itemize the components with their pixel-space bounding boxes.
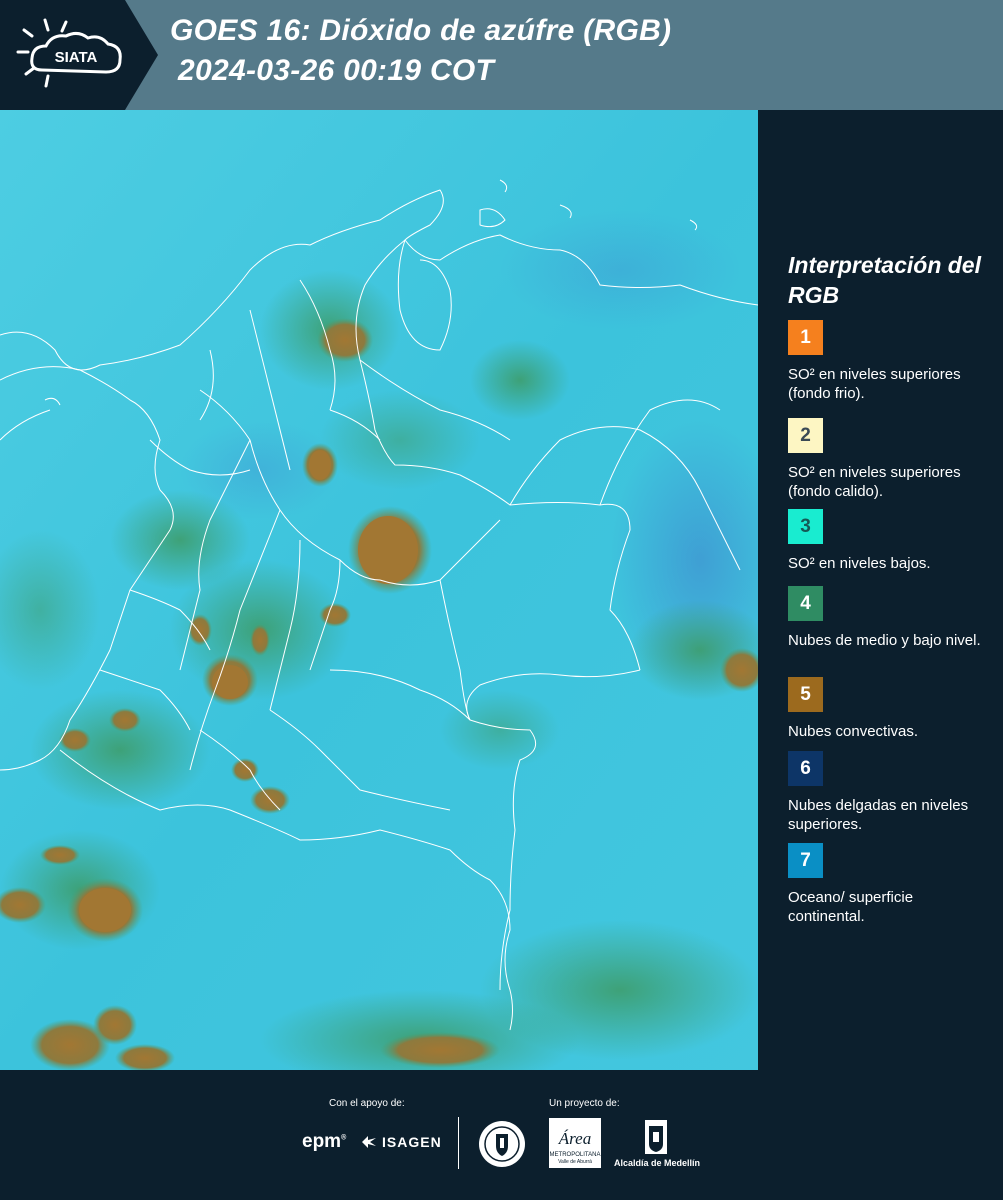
siata-logo[interactable]: SIATA: [0, 0, 160, 110]
legend-item-1: 1 SO² en niveles superiores (fondo frio)…: [788, 320, 993, 403]
legend-swatch-3: 3: [788, 509, 823, 544]
epm-logo-text: epm: [302, 1131, 342, 1152]
header: SIATA GOES 16: Dióxido de azúfre (RGB) 2…: [0, 0, 1003, 110]
footer: Con el apoyo de: Un proyecto de: epm® IS…: [0, 1070, 1003, 1200]
legend-label-2: SO² en niveles superiores (fondo calido)…: [788, 464, 961, 500]
footer-divider: [458, 1117, 459, 1169]
svg-text:METROPOLITANA: METROPOLITANA: [550, 1152, 601, 1158]
legend-label-5: Nubes convectivas.: [788, 723, 919, 740]
svg-text:SIATA: SIATA: [55, 49, 98, 66]
area-metropolitana-logo[interactable]: Área METROPOLITANA Valle de Aburrá: [549, 1118, 601, 1168]
alcaldia-shield-icon: [645, 1120, 667, 1154]
svg-text:Área: Área: [558, 1129, 591, 1148]
isagen-logo[interactable]: ISAGEN: [360, 1134, 442, 1150]
legend-label-3: SO² en niveles bajos.: [788, 555, 931, 572]
legend-label-4: Nubes de medio y bajo nivel.: [788, 632, 981, 649]
legend-label-6: Nubes delgadas en niveles superiores.: [788, 797, 969, 833]
medellin-seal-icon[interactable]: [478, 1120, 526, 1168]
legend-swatch-5: 5: [788, 677, 823, 712]
alcaldia-medellin-logo[interactable]: Alcaldía de Medellín: [612, 1118, 702, 1172]
legend-swatch-1: 1: [788, 320, 823, 355]
legend-panel: Interpretación del RGB 1 SO² en niveles …: [760, 110, 1003, 1070]
legend-swatch-4: 4: [788, 586, 823, 621]
project-caption: Un proyecto de:: [549, 1098, 620, 1109]
legend-title: Interpretación del RGB: [788, 252, 981, 308]
alcaldia-text: Alcaldía de Medellín: [613, 1158, 701, 1168]
legend-item-6: 6 Nubes delgadas en niveles superiores.: [788, 751, 993, 834]
page-title: GOES 16: Dióxido de azúfre (RGB): [170, 14, 672, 47]
legend-swatch-7: 7: [788, 843, 823, 878]
page-timestamp: 2024-03-26 00:19 COT: [178, 54, 495, 87]
legend-swatch-6: 6: [788, 751, 823, 786]
legend-item-3: 3 SO² en niveles bajos.: [788, 509, 993, 573]
support-caption: Con el apoyo de:: [329, 1098, 405, 1109]
legend-swatch-2: 2: [788, 418, 823, 453]
legend-label-7: Oceano/ superficie continental.: [788, 889, 914, 925]
legend-item-5: 5 Nubes convectivas.: [788, 677, 993, 741]
epm-logo[interactable]: epm®: [302, 1131, 346, 1153]
isagen-logo-text: ISAGEN: [382, 1134, 442, 1150]
satellite-map[interactable]: [0, 110, 758, 1070]
legend-item-7: 7 Oceano/ superficie continental.: [788, 843, 993, 926]
legend-item-4: 4 Nubes de medio y bajo nivel.: [788, 586, 993, 650]
legend-label-1: SO² en niveles superiores (fondo frio).: [788, 366, 961, 402]
isagen-icon: [362, 1136, 376, 1148]
legend-item-2: 2 SO² en niveles superiores (fondo calid…: [788, 418, 993, 501]
svg-text:Valle de Aburrá: Valle de Aburrá: [558, 1159, 592, 1165]
